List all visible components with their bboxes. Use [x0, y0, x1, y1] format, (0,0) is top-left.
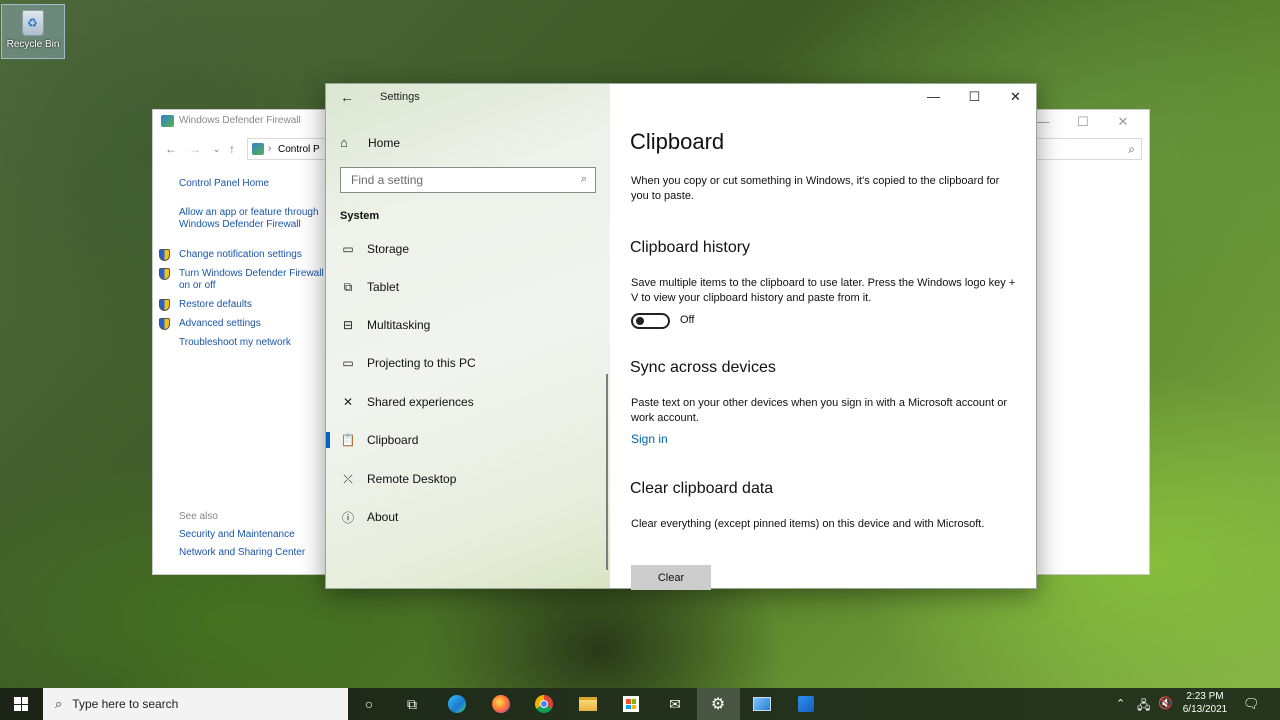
clipboard-intro: When you copy or cut something in Window…: [631, 175, 1000, 202]
nav-item-tablet[interactable]: ⧉ Tablet: [326, 268, 610, 306]
clipboard-history-toggle[interactable]: [631, 313, 670, 329]
sync-heading: Sync across devices: [630, 359, 776, 376]
store-icon[interactable]: [619, 692, 643, 716]
home-icon: ⌂: [340, 135, 348, 150]
cp-link-home[interactable]: Control Panel Home: [179, 178, 329, 190]
nav-item-shared-experiences[interactable]: ✕ Shared experiences: [326, 383, 610, 421]
cortana-icon[interactable]: ○: [357, 692, 381, 716]
taskbar-clock[interactable]: 2:23 PM 6/13/2021: [1170, 690, 1240, 716]
close-button[interactable]: ✕: [995, 84, 1036, 110]
recycle-bin-icon: [22, 10, 44, 36]
find-setting-input[interactable]: [341, 168, 595, 192]
minimize-button[interactable]: —: [913, 84, 954, 110]
task-view-icon[interactable]: ⧉: [400, 692, 424, 716]
firewall-icon: [161, 115, 174, 127]
cp-maximize-button[interactable]: ☐: [1063, 112, 1103, 132]
nav-item-remote-desktop[interactable]: ⤫ Remote Desktop: [326, 460, 610, 498]
cp-back-icon[interactable]: ←: [165, 142, 177, 156]
control-panel-icon: [252, 143, 264, 155]
find-setting-box: ⌕: [340, 167, 596, 193]
cp-window-title: Windows Defender Firewall: [179, 115, 301, 126]
clipboard-page: — ☐ ✕ Clipboard When you copy or cut som…: [610, 84, 1036, 590]
cp-forward-icon[interactable]: →: [189, 142, 201, 156]
file-explorer-icon[interactable]: [576, 692, 600, 716]
clear-data-heading: Clear clipboard data: [630, 480, 774, 497]
windows-logo-icon: [14, 697, 28, 711]
search-icon: ⌕: [55, 696, 63, 711]
taskbar-search: ⌕: [43, 688, 348, 720]
show-hidden-icons-chevron-icon[interactable]: ⌃: [1116, 697, 1125, 710]
settings-sidebar: ← Settings ⌂ Home ⌕ System ▭ Storage ⧉ T…: [326, 84, 610, 588]
projecting-icon: ▭: [342, 356, 354, 370]
mail-icon[interactable]: ✉: [663, 692, 687, 716]
sidebar-scrollbar[interactable]: [606, 374, 608, 570]
clipboard-history-heading: Clipboard history: [630, 239, 751, 256]
nav-item-storage[interactable]: ▭ Storage: [326, 230, 610, 268]
clipboard-history-desc: Save multiple items to the clipboard to …: [631, 277, 1016, 304]
clear-data-desc: Clear everything (except pinned items) o…: [631, 518, 985, 530]
cp-link-network-sharing[interactable]: Network and Sharing Center: [179, 547, 329, 559]
shield-icon: [159, 249, 170, 261]
start-button[interactable]: [0, 688, 42, 720]
remote-desktop-icon: ⤫: [343, 471, 353, 486]
shield-icon: [159, 299, 170, 311]
search-icon: ⌕: [1128, 142, 1135, 156]
cp-link-restore-defaults[interactable]: Restore defaults: [159, 299, 329, 311]
cp-search-box[interactable]: ⌕: [1037, 138, 1142, 160]
recycle-bin[interactable]: Recycle Bin: [1, 4, 65, 59]
sign-in-link[interactable]: Sign in: [631, 432, 668, 446]
section-heading-system: System: [340, 210, 380, 222]
clipboard-history-toggle-state: Off: [680, 314, 695, 326]
shield-icon: [159, 268, 170, 280]
taskbar: ⌕ ○ ⧉ ✉ ⚙ ⌃ 🖧 🔇 2:23 PM 6/13/2021 🗨: [0, 688, 1280, 720]
selection-indicator: [326, 432, 330, 448]
cp-address-bar[interactable]: › Control P: [247, 138, 327, 160]
control-panel-icon[interactable]: [750, 692, 774, 716]
shield-icon: [159, 318, 170, 330]
taskbar-search-input[interactable]: [72, 697, 323, 711]
clock-time: 2:23 PM: [1186, 691, 1224, 702]
cp-close-button[interactable]: ✕: [1103, 112, 1143, 132]
nav-item-clipboard[interactable]: 📋 Clipboard: [326, 421, 610, 459]
toggle-knob: [636, 317, 644, 325]
recycle-bin-label: Recycle Bin: [6, 39, 60, 50]
chrome-icon[interactable]: [532, 692, 556, 716]
network-icon[interactable]: 🖧: [1137, 696, 1150, 717]
search-icon[interactable]: ⌕: [581, 173, 587, 186]
cp-link-notifications[interactable]: Change notification settings: [159, 249, 329, 261]
cp-link-security-maintenance[interactable]: Security and Maintenance: [179, 529, 329, 541]
clipboard-icon: 📋: [340, 433, 356, 447]
firewall-icon[interactable]: [794, 692, 818, 716]
maximize-button[interactable]: ☐: [954, 84, 995, 110]
back-arrow-icon[interactable]: ←: [340, 89, 354, 105]
shared-experiences-icon: ✕: [342, 395, 354, 409]
settings-window: ← Settings ⌂ Home ⌕ System ▭ Storage ⧉ T…: [325, 83, 1037, 590]
info-icon: ⓘ: [341, 510, 354, 525]
cp-link-troubleshoot[interactable]: Troubleshoot my network: [179, 337, 329, 349]
nav-home[interactable]: ⌂ Home: [340, 135, 400, 150]
storage-icon: ▭: [342, 242, 354, 256]
settings-icon[interactable]: ⚙: [706, 692, 730, 716]
firefox-icon[interactable]: [489, 692, 513, 716]
notifications-icon[interactable]: 🗨: [1243, 696, 1260, 712]
cp-link-advanced[interactable]: Advanced settings: [159, 318, 329, 330]
nav-item-projecting[interactable]: ▭ Projecting to this PC: [326, 344, 610, 382]
multitasking-icon: ⊟: [342, 318, 354, 332]
cp-link-turn-on-off[interactable]: Turn Windows Defender Firewall on or off: [159, 268, 329, 292]
edge-icon[interactable]: [445, 692, 469, 716]
tablet-icon: ⧉: [343, 279, 353, 294]
cp-address-text: Control P: [278, 144, 320, 155]
page-title: Clipboard: [630, 129, 725, 154]
nav-home-label: Home: [368, 135, 401, 150]
settings-window-title: Settings: [380, 91, 420, 103]
cp-recent-chevron-icon[interactable]: ⌄: [213, 144, 221, 155]
sync-desc: Paste text on your other devices when yo…: [631, 397, 1008, 424]
nav-item-multitasking[interactable]: ⊟ Multitasking: [326, 306, 610, 344]
nav-item-about[interactable]: ⓘ About: [326, 498, 610, 536]
cp-up-icon[interactable]: ↑: [229, 142, 235, 156]
cp-link-allow-app[interactable]: Allow an app or feature through Windows …: [179, 207, 329, 231]
clear-button[interactable]: Clear: [631, 565, 711, 590]
clock-date: 6/13/2021: [1182, 704, 1228, 715]
cp-see-also-label: See also: [179, 511, 218, 522]
